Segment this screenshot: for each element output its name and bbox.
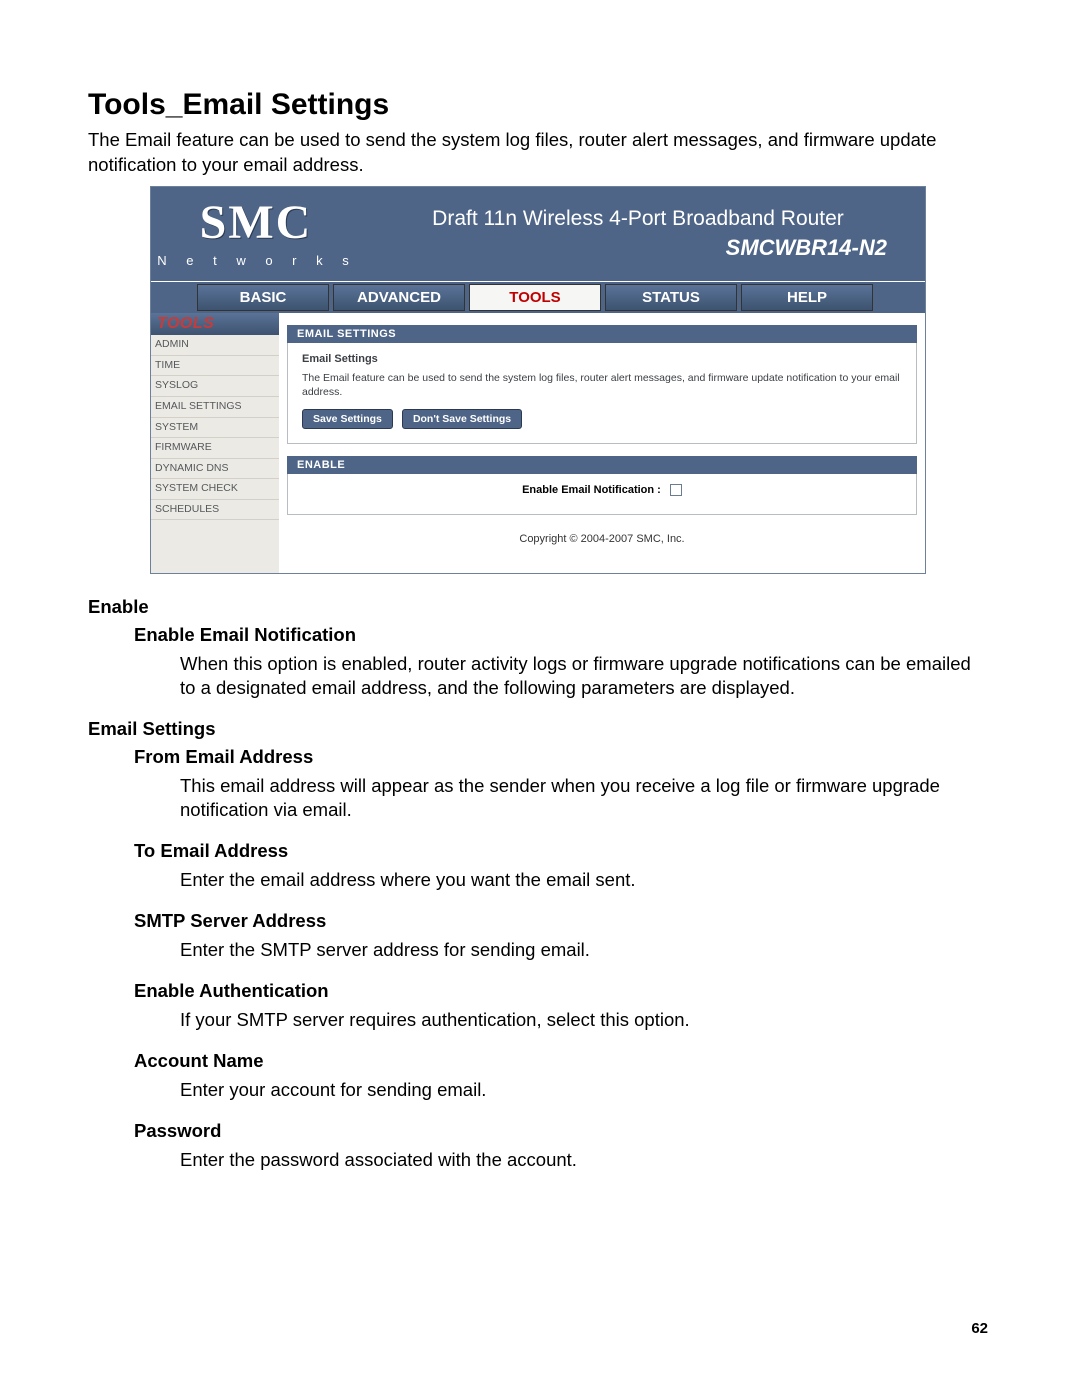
router-screenshot: SMC N e t w o r k s Draft 11n Wireless 4…: [150, 186, 926, 574]
side-nav-title: TOOLS: [151, 313, 279, 335]
panel-email-settings: EMAIL SETTINGS Email Settings The Email …: [287, 325, 917, 444]
logo-sub: N e t w o r k s: [157, 253, 356, 268]
page-number: 62: [971, 1320, 988, 1337]
panel-subtitle: Email Settings: [302, 353, 902, 365]
router-banner: SMC N e t w o r k s Draft 11n Wireless 4…: [151, 187, 925, 281]
def-password-heading: Password: [134, 1120, 988, 1142]
def-to-email-heading: To Email Address: [134, 840, 988, 862]
def-smtp-text: Enter the SMTP server address for sendin…: [180, 938, 988, 962]
def-from-email-heading: From Email Address: [134, 746, 988, 768]
def-account-text: Enter your account for sending email.: [180, 1078, 988, 1102]
def-from-email-text: This email address will appear as the se…: [180, 774, 988, 822]
tab-tools[interactable]: TOOLS: [469, 284, 601, 311]
def-enable-email-text: When this option is enabled, router acti…: [180, 652, 988, 700]
def-auth-text: If your SMTP server requires authenticat…: [180, 1008, 988, 1032]
def-email-settings-heading: Email Settings: [88, 718, 988, 740]
sidebar-item-system[interactable]: SYSTEM: [151, 418, 279, 439]
content-area: EMAIL SETTINGS Email Settings The Email …: [279, 313, 925, 573]
panel-header-enable: ENABLE: [287, 456, 917, 474]
sidebar-item-time[interactable]: TIME: [151, 356, 279, 377]
router-footer: Copyright © 2004-2007 SMC, Inc.: [287, 527, 917, 557]
sidebar-item-email-settings[interactable]: EMAIL SETTINGS: [151, 397, 279, 418]
logo-brand: SMC: [200, 199, 313, 247]
sidebar-item-system-check[interactable]: SYSTEM CHECK: [151, 479, 279, 500]
panel-enable: ENABLE Enable Email Notification :: [287, 456, 917, 515]
panel-header-email: EMAIL SETTINGS: [287, 325, 917, 343]
def-enable-email-heading: Enable Email Notification: [134, 624, 988, 646]
def-to-email-text: Enter the email address where you want t…: [180, 868, 988, 892]
sidebar-item-schedules[interactable]: SCHEDULES: [151, 500, 279, 521]
enable-email-checkbox[interactable]: [670, 484, 682, 496]
tab-basic[interactable]: BASIC: [197, 284, 329, 311]
banner-model: SMCWBR14-N2: [726, 235, 887, 261]
def-smtp-heading: SMTP Server Address: [134, 910, 988, 932]
dont-save-button[interactable]: Don't Save Settings: [402, 409, 522, 429]
logo: SMC N e t w o r k s: [151, 187, 361, 281]
def-enable-heading: Enable: [88, 596, 988, 618]
top-nav: BASIC ADVANCED TOOLS STATUS HELP: [151, 281, 925, 313]
tab-advanced[interactable]: ADVANCED: [333, 284, 465, 311]
sidebar-item-dynamic-dns[interactable]: DYNAMIC DNS: [151, 459, 279, 480]
sidebar-item-admin[interactable]: ADMIN: [151, 335, 279, 356]
enable-email-label: Enable Email Notification :: [522, 484, 661, 496]
tab-status[interactable]: STATUS: [605, 284, 737, 311]
side-nav: TOOLS ADMIN TIME SYSLOG EMAIL SETTINGS S…: [151, 313, 279, 573]
banner-line1: Draft 11n Wireless 4-Port Broadband Rout…: [432, 207, 844, 231]
def-auth-heading: Enable Authentication: [134, 980, 988, 1002]
tab-help[interactable]: HELP: [741, 284, 873, 311]
def-password-text: Enter the password associated with the a…: [180, 1148, 988, 1172]
page-intro: The Email feature can be used to send th…: [88, 128, 988, 178]
page-title: Tools_Email Settings: [88, 88, 988, 122]
sidebar-item-syslog[interactable]: SYSLOG: [151, 376, 279, 397]
def-account-heading: Account Name: [134, 1050, 988, 1072]
panel-description: The Email feature can be used to send th…: [302, 371, 902, 399]
sidebar-item-firmware[interactable]: FIRMWARE: [151, 438, 279, 459]
save-button[interactable]: Save Settings: [302, 409, 393, 429]
